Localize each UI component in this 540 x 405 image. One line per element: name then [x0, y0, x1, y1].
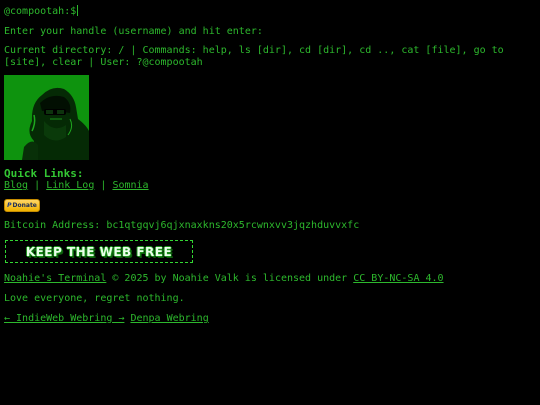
terminal-prompt[interactable]: @compootah:$ — [4, 5, 79, 18]
license-notice: Noahie's Terminal © 2025 by Noahie Valk … — [4, 273, 444, 285]
status-line: Current directory: / | Commands: help, l… — [4, 45, 504, 68]
quick-links: Blog | Link Log | Somnia — [4, 180, 149, 192]
avatar — [4, 75, 89, 160]
webrings: ← IndieWeb Webring → Denpa Webring — [4, 313, 209, 325]
banner-text: KEEP THE WEB FREE — [25, 244, 173, 259]
blog-link[interactable]: Blog — [4, 180, 28, 191]
link-separator: | — [34, 180, 41, 191]
avatar-image — [4, 75, 89, 160]
site-link[interactable]: Noahie's Terminal — [4, 273, 106, 284]
motto-text: Love everyone, regret nothing. — [4, 293, 185, 304]
license-text: © 2025 by Noahie Valk is licensed under — [112, 273, 348, 284]
link-log-link[interactable]: Link Log — [46, 180, 94, 191]
somnia-link[interactable]: Somnia — [112, 180, 148, 191]
license-link[interactable]: CC BY-NC-SA 4.0 — [353, 273, 443, 284]
prompt-text: @compootah:$ — [4, 6, 77, 17]
paypal-icon: P — [7, 201, 12, 209]
text-cursor — [77, 5, 79, 16]
indieweb-webring-link[interactable]: ← IndieWeb Webring → — [4, 313, 124, 324]
donate-button[interactable]: P Donate — [4, 199, 40, 212]
link-separator: | — [100, 180, 107, 191]
quick-links-title: Quick Links: — [4, 167, 84, 180]
instruction-text: Enter your handle (username) and hit ent… — [4, 26, 263, 37]
donate-label: Donate — [12, 201, 37, 209]
bitcoin-address: Bitcoin Address: bc1qtgqvj6qjxnaxkns20x5… — [4, 220, 360, 231]
denpa-webring-link[interactable]: Denpa Webring — [130, 313, 208, 324]
keep-the-web-free-banner[interactable]: KEEP THE WEB FREE — [5, 240, 193, 263]
